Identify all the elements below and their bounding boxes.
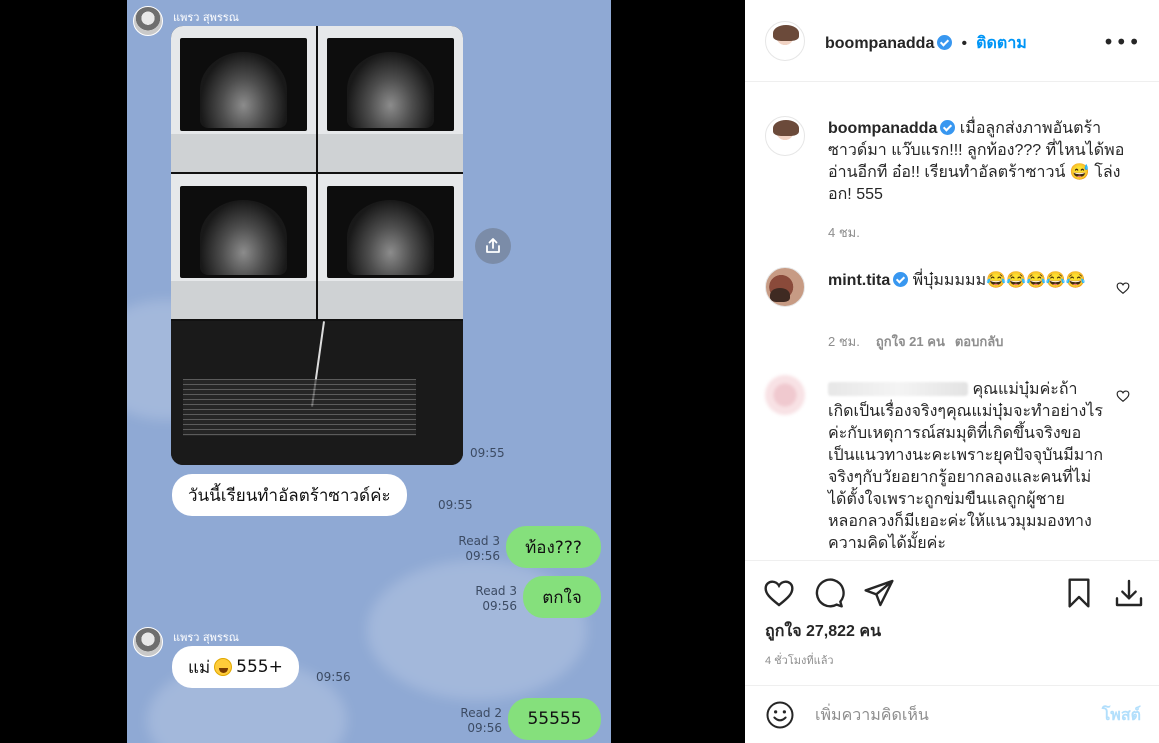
separator-dot: •	[961, 35, 968, 52]
line-chat-screenshot: แพรว สุพรรณ 09:55 วันนี้เรียนทำอัลตร้าซา…	[127, 0, 611, 743]
outgoing-message: 55555	[508, 698, 601, 740]
message-time: 09:56	[316, 670, 351, 684]
like-heart-icon[interactable]	[763, 577, 795, 609]
caption-time: 4 ชม.	[828, 225, 860, 240]
read-receipt: Read 3 09:56	[475, 584, 517, 613]
comment-likes[interactable]: ถูกใจ 21 คน	[876, 334, 945, 349]
laughing-emoji-icon	[214, 658, 233, 676]
post-timestamp: 4 ชั่วโมงที่แล้ว	[765, 655, 834, 667]
instagram-post-view: แพรว สุพรรณ 09:55 วันนี้เรียนทำอัลตร้าซา…	[0, 0, 1159, 743]
share-paper-plane-icon[interactable]	[863, 577, 895, 609]
post-comment-button[interactable]: โพสต์	[1102, 703, 1141, 728]
verified-badge-icon	[893, 272, 909, 287]
save-bookmark-icon[interactable]	[1063, 577, 1095, 609]
outgoing-message: ตกใจ	[523, 576, 601, 618]
comment-meta: 2 ชม. ถูกใจ 21 คน ตอบกลับ	[828, 331, 1013, 352]
incoming-message: แม่ 555+	[172, 646, 299, 688]
ultrasound-photo	[318, 174, 463, 319]
post-media: แพรว สุพรรณ 09:55 วันนี้เรียนทำอัลตร้าซา…	[0, 0, 745, 743]
ultrasound-photo	[171, 26, 316, 172]
sender-name: แพรว สุพรรณ	[173, 631, 239, 644]
caption-avatar[interactable]	[765, 116, 805, 156]
like-comment-heart-icon[interactable]	[1116, 281, 1130, 295]
ultrasound-photo	[318, 26, 463, 172]
comment-input[interactable]: เพิ่มความคิดเห็น	[815, 703, 929, 728]
comment: คุณแม่บุ๋มค่ะถ้าเกิดเป็นเรื่องจริงๆคุณแม…	[828, 379, 1103, 555]
ultrasound-photo-grid	[171, 26, 463, 465]
read-receipt: Read 2 09:56	[460, 706, 502, 735]
message-time: 09:55	[438, 498, 473, 512]
share-icon	[486, 238, 500, 253]
share-button[interactable]	[475, 228, 511, 264]
verified-badge-icon	[940, 120, 956, 135]
emoji-smiley-icon[interactable]	[765, 700, 795, 730]
comment-text: คุณแม่บุ๋มค่ะถ้าเกิดเป็นเรื่องจริงๆคุณแม…	[828, 381, 1103, 552]
author-avatar[interactable]	[765, 21, 805, 61]
post-actions: ถูกใจ 27,822 คน 4 ชั่วโมงที่แล้ว	[745, 560, 1159, 698]
post-sidebar: boompanadda • ติดตาม ••• boompanadda เมื…	[745, 0, 1159, 743]
ultrasound-photo	[171, 174, 316, 319]
commenter-username[interactable]: mint.tita	[828, 272, 890, 289]
likes-count[interactable]: ถูกใจ 27,822 คน	[765, 619, 881, 644]
comment-text: พี่บุ๋มมมมม😂😂😂😂😂	[912, 272, 1086, 289]
author-line: boompanadda • ติดตาม	[825, 31, 1027, 56]
post-header: boompanadda • ติดตาม •••	[745, 0, 1159, 82]
ultrasound-photo	[171, 321, 463, 465]
read-receipt: Read 3 09:56	[458, 534, 500, 563]
like-comment-heart-icon[interactable]	[1116, 389, 1130, 403]
message-time: 09:55	[470, 446, 505, 460]
sender-avatar	[133, 6, 163, 36]
reply-button[interactable]: ตอบกลับ	[955, 334, 1004, 349]
follow-button[interactable]: ติดตาม	[976, 35, 1027, 52]
add-comment-bar: เพิ่มความคิดเห็น โพสต์	[745, 685, 1159, 743]
commenter-avatar[interactable]	[765, 267, 805, 307]
download-icon[interactable]	[1113, 577, 1145, 609]
author-username[interactable]: boompanadda	[825, 35, 934, 52]
incoming-message: วันนี้เรียนทำอัลตร้าซาวด์ค่ะ	[172, 474, 407, 516]
comment-time: 2 ชม.	[828, 334, 860, 349]
blurred-username[interactable]	[828, 382, 968, 396]
commenter-avatar[interactable]	[765, 375, 805, 415]
outgoing-message: ท้อง???	[506, 526, 601, 568]
post-caption: boompanadda เมื่อลูกส่งภาพอันตร้าซาวด์มา…	[828, 118, 1128, 206]
sender-avatar	[133, 627, 163, 657]
sender-name: แพรว สุพรรณ	[173, 11, 239, 24]
comment: mint.tita พี่บุ๋มมมมม😂😂😂😂😂	[828, 270, 1103, 292]
caption-username[interactable]: boompanadda	[828, 120, 937, 137]
comment-bubble-icon[interactable]	[813, 577, 845, 609]
more-options-icon[interactable]: •••	[1103, 30, 1141, 54]
verified-badge-icon	[937, 35, 953, 50]
